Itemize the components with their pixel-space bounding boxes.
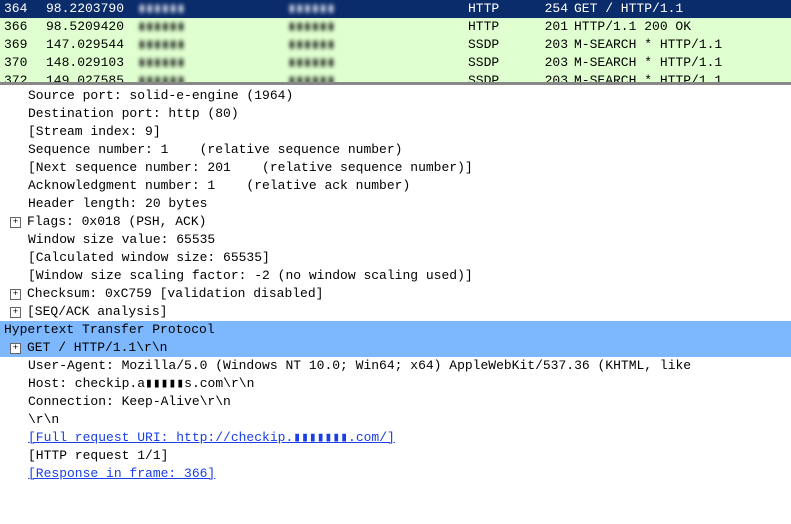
tcp-flags[interactable]: + Flags: 0x018 (PSH, ACK)	[0, 213, 791, 231]
http-user-agent[interactable]: User-Agent: Mozilla/5.0 (Windows NT 10.0…	[0, 357, 791, 375]
col-number: 372	[4, 73, 46, 81]
tcp-seq-ack-text: [SEQ/ACK analysis]	[27, 303, 167, 321]
packet-row[interactable]: 36498.2203790▮▮▮▮▮▮▮▮▮▮▮▮HTTP254GET / HT…	[0, 0, 791, 18]
http-header[interactable]: Hypertext Transfer Protocol	[0, 321, 791, 339]
tcp-next-seq[interactable]: [Next sequence number: 201 (relative seq…	[0, 159, 791, 177]
col-time: 98.5209420	[46, 19, 138, 35]
tcp-flags-text: Flags: 0x018 (PSH, ACK)	[27, 213, 206, 231]
packet-list[interactable]: 36498.2203790▮▮▮▮▮▮▮▮▮▮▮▮HTTP254GET / HT…	[0, 0, 791, 82]
http-resp-frame[interactable]: [Response in frame: 366]	[0, 465, 791, 483]
col-protocol: SSDP	[468, 55, 538, 71]
tcp-seq[interactable]: Sequence number: 1 (relative sequence nu…	[0, 141, 791, 159]
col-destination: ▮▮▮▮▮▮	[288, 37, 468, 53]
col-destination: ▮▮▮▮▮▮	[288, 19, 468, 35]
col-source: ▮▮▮▮▮▮	[138, 37, 288, 53]
packet-row[interactable]: 370148.029103▮▮▮▮▮▮▮▮▮▮▮▮SSDP203M-SEARCH…	[0, 54, 791, 72]
col-info: M-SEARCH * HTTP/1.1	[574, 37, 787, 53]
col-source: ▮▮▮▮▮▮	[138, 73, 288, 81]
tcp-seq-ack[interactable]: + [SEQ/ACK analysis]	[0, 303, 791, 321]
col-info: GET / HTTP/1.1	[574, 1, 787, 17]
col-number: 366	[4, 19, 46, 35]
col-protocol: HTTP	[468, 19, 538, 35]
col-source: ▮▮▮▮▮▮	[138, 1, 288, 17]
col-number: 370	[4, 55, 46, 71]
tcp-scale[interactable]: [Window size scaling factor: -2 (no wind…	[0, 267, 791, 285]
col-source: ▮▮▮▮▮▮	[138, 55, 288, 71]
http-crlf[interactable]: \r\n	[0, 411, 791, 429]
col-protocol: HTTP	[468, 1, 538, 17]
tcp-src-port[interactable]: Source port: solid-e-engine (1964)	[0, 87, 791, 105]
col-number: 364	[4, 1, 46, 17]
http-connection[interactable]: Connection: Keep-Alive\r\n	[0, 393, 791, 411]
tcp-checksum-text: Checksum: 0xC759 [validation disabled]	[27, 285, 323, 303]
col-destination: ▮▮▮▮▮▮	[288, 73, 468, 81]
packet-row[interactable]: 372149.027585▮▮▮▮▮▮▮▮▮▮▮▮SSDP203M-SEARCH…	[0, 72, 791, 82]
col-info: M-SEARCH * HTTP/1.1	[574, 55, 787, 71]
expand-icon[interactable]: +	[10, 307, 21, 318]
col-info: HTTP/1.1 200 OK	[574, 19, 787, 35]
tcp-dst-port[interactable]: Destination port: http (80)	[0, 105, 791, 123]
http-request-line-text: GET / HTTP/1.1\r\n	[27, 339, 167, 357]
col-protocol: SSDP	[468, 73, 538, 81]
col-length: 203	[538, 55, 574, 71]
col-length: 254	[538, 1, 574, 17]
tcp-hdr-len[interactable]: Header length: 20 bytes	[0, 195, 791, 213]
col-info: M-SEARCH * HTTP/1.1	[574, 73, 787, 81]
packet-row[interactable]: 369147.029544▮▮▮▮▮▮▮▮▮▮▮▮SSDP203M-SEARCH…	[0, 36, 791, 54]
col-destination: ▮▮▮▮▮▮	[288, 1, 468, 17]
http-request-line[interactable]: + GET / HTTP/1.1\r\n	[0, 339, 791, 357]
col-time: 98.2203790	[46, 1, 138, 17]
col-source: ▮▮▮▮▮▮	[138, 19, 288, 35]
tcp-checksum[interactable]: + Checksum: 0xC759 [validation disabled]	[0, 285, 791, 303]
packet-row[interactable]: 36698.5209420▮▮▮▮▮▮▮▮▮▮▮▮HTTP201HTTP/1.1…	[0, 18, 791, 36]
col-length: 203	[538, 37, 574, 53]
detail-pane[interactable]: Source port: solid-e-engine (1964) Desti…	[0, 82, 791, 483]
col-destination: ▮▮▮▮▮▮	[288, 55, 468, 71]
col-protocol: SSDP	[468, 37, 538, 53]
tcp-ack[interactable]: Acknowledgment number: 1 (relative ack n…	[0, 177, 791, 195]
tcp-calc-win[interactable]: [Calculated window size: 65535]	[0, 249, 791, 267]
col-time: 149.027585	[46, 73, 138, 81]
col-number: 369	[4, 37, 46, 53]
tcp-win-size[interactable]: Window size value: 65535	[0, 231, 791, 249]
col-length: 203	[538, 73, 574, 81]
expand-icon[interactable]: +	[10, 217, 21, 228]
col-time: 147.029544	[46, 37, 138, 53]
expand-icon[interactable]: +	[10, 343, 21, 354]
http-full-uri[interactable]: [Full request URI: http://checkip.▮▮▮▮▮▮…	[0, 429, 791, 447]
tcp-stream-index[interactable]: [Stream index: 9]	[0, 123, 791, 141]
http-host[interactable]: Host: checkip.a▮▮▮▮▮s.com\r\n	[0, 375, 791, 393]
http-req-num[interactable]: [HTTP request 1/1]	[0, 447, 791, 465]
col-time: 148.029103	[46, 55, 138, 71]
col-length: 201	[538, 19, 574, 35]
expand-icon[interactable]: +	[10, 289, 21, 300]
